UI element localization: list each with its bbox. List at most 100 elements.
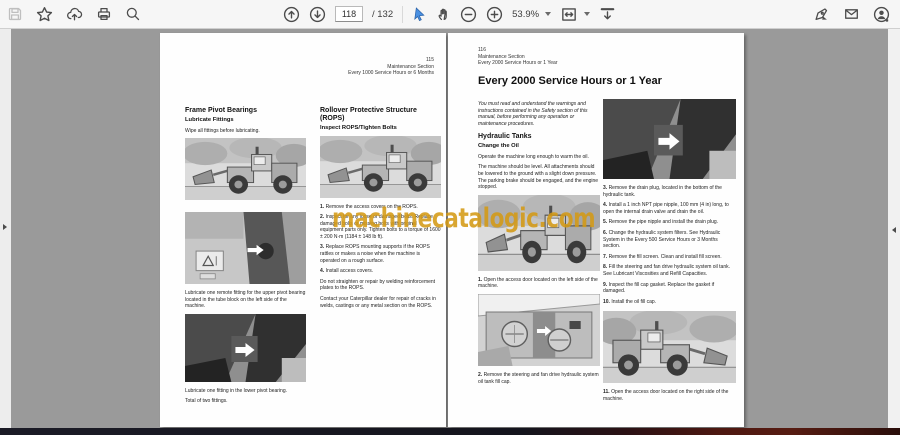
step-number: 3. — [320, 244, 325, 251]
subsection-heading: Change the Oil — [478, 143, 519, 150]
page-up-icon[interactable] — [283, 6, 300, 23]
select-tool-icon[interactable] — [412, 6, 427, 22]
search-icon[interactable] — [125, 6, 141, 22]
step-number: 7. — [603, 253, 608, 260]
step-number: 3. — [603, 185, 608, 191]
step-number: 5. — [603, 219, 608, 226]
subsection-heading: Lubricate Fittings — [185, 117, 234, 123]
step-number: 4. — [320, 268, 325, 275]
star-icon[interactable] — [36, 6, 53, 23]
step-number: 8. — [603, 264, 608, 271]
numbered-step: 4. Install access covers. — [320, 268, 441, 275]
step-number: 11. — [603, 389, 610, 396]
page-header: 116 Maintenance Section Every 2000 Servi… — [478, 47, 558, 67]
step-text: Fill the steering and fan drive hydrauli… — [603, 264, 731, 277]
zoom-caret-icon[interactable] — [545, 12, 552, 16]
step-number: 2. — [320, 214, 325, 221]
print-icon[interactable] — [96, 6, 112, 22]
fit-caret-icon[interactable] — [584, 12, 591, 16]
drain-plug-photo — [603, 99, 736, 179]
step-text: Replace ROPS mounting supports if the RO… — [320, 244, 430, 264]
body-paragraph: Lubricate one remote fitting for the upp… — [185, 290, 306, 310]
body-paragraph: Lubricate one fitting in the lower pivot… — [185, 387, 288, 394]
step-text: Remove the steering and fan drive hydrau… — [478, 372, 599, 385]
numbered-step: 3. Replace ROPS mounting supports if the… — [320, 244, 441, 264]
numbered-step: 7. Remove the fill screen. Clean and ins… — [603, 254, 736, 261]
page-down-icon[interactable] — [309, 6, 326, 23]
taskbar-edge-strip — [0, 428, 900, 435]
zoom-out-icon[interactable] — [460, 6, 477, 23]
email-icon[interactable] — [843, 6, 860, 22]
numbered-step: 9. Inspect the fill cap gasket. Replace … — [603, 282, 736, 295]
numbered-step: 8. Fill the steering and fan drive hydra… — [603, 264, 736, 277]
numbered-step: 3. Remove the drain plug, located in the… — [603, 185, 736, 198]
save-icon[interactable] — [7, 6, 23, 22]
numbered-step: 11. Open the access door located on the … — [603, 389, 736, 402]
numbered-step: 5. Remove the pipe nipple and install th… — [603, 219, 736, 226]
body-paragraph: Contact your Caterpillar dealer for repa… — [320, 296, 436, 309]
numbered-step: 1. Open the access door located on the l… — [478, 277, 600, 290]
machine-right-side-photo — [603, 311, 736, 383]
expand-left-pane-icon[interactable] — [3, 224, 7, 230]
step-number: 4. — [603, 202, 608, 209]
numbered-step: 6. Change the hydraulic system filters. … — [603, 230, 736, 250]
expand-right-pane-icon[interactable] — [892, 227, 896, 233]
hand-tool-icon[interactable] — [436, 6, 451, 22]
step-text: Remove the fill screen. Clean and instal… — [608, 253, 722, 260]
subsection-heading: Inspect ROPS/Tighten Bolts — [320, 125, 397, 131]
step-number: 1. — [320, 203, 325, 210]
right-page-column-2: 3. Remove the drain plug, located in the… — [603, 99, 736, 407]
section-heading: Frame Pivot Bearings — [185, 107, 257, 114]
step-text: Open the access door located on the left… — [478, 276, 598, 290]
body-paragraph: Do not straighten or repair by welding r… — [320, 278, 436, 292]
toolbar-center-group: / 132 53.9% — [283, 0, 616, 28]
navigation-pane-rail — [0, 28, 11, 428]
step-number: 6. — [603, 229, 608, 236]
step-text: Install access covers. — [325, 268, 374, 275]
machine-photo — [185, 138, 306, 200]
fit-width-icon[interactable] — [560, 6, 578, 23]
tank-caps-photo — [478, 294, 600, 366]
step-text: Inspect the fill cap gasket. Replace the… — [603, 281, 715, 295]
left-page-column-1: Frame Pivot Bearings Lubricate Fittings … — [185, 107, 306, 409]
body-paragraph: The machine should be level. All attachm… — [478, 164, 599, 191]
safety-notice: You must read and understand the warning… — [478, 101, 588, 127]
account-icon[interactable] — [873, 6, 890, 23]
numbered-step: 2. Remove the steering and fan drive hyd… — [478, 372, 600, 385]
toolbar-right-group — [813, 0, 890, 28]
step-number: 1. — [478, 276, 483, 283]
fill-sign-pen-icon[interactable] — [813, 6, 830, 22]
numbered-step: 10. Install the oil fill cap. — [603, 299, 736, 306]
zoom-in-icon[interactable] — [486, 6, 503, 23]
step-text: Install the oil fill cap. — [611, 298, 657, 305]
body-paragraph: Wipe all fittings before lubricating. — [185, 127, 260, 134]
toolbar-divider — [402, 5, 404, 23]
page-number-input[interactable] — [335, 6, 363, 22]
toolbar: / 132 53.9% — [0, 0, 900, 29]
step-text: Remove the drain plug, located in the bo… — [603, 185, 722, 198]
toolbar-left-group — [7, 0, 141, 28]
step-number: 9. — [603, 281, 608, 288]
tools-pane-rail — [888, 28, 900, 428]
right-page-column-1: You must read and understand the warning… — [478, 101, 600, 389]
numbered-step: 4. Install a 1 inch NPT pipe nipple, 100… — [603, 202, 736, 215]
step-number: 10. — [603, 298, 610, 305]
step-text: Change the hydraulic system filters. See… — [603, 229, 721, 250]
chapter-title: Every 2000 Service Hours or 1 Year — [478, 75, 662, 87]
section-heading: Rollover Protective Structure (ROPS) — [320, 107, 417, 122]
body-paragraph: Total of two fittings. — [185, 398, 228, 405]
page-total-label: / 132 — [372, 8, 394, 20]
step-text: Install a 1 inch NPT pipe nipple, 100 mm… — [603, 202, 729, 215]
step-text: Open the access door located on the righ… — [603, 389, 729, 402]
step-number: 2. — [478, 372, 483, 379]
body-paragraph: Operate the machine long enough to warm … — [478, 153, 589, 160]
scroll-mode-icon[interactable] — [599, 6, 616, 23]
section-heading: Hydraulic Tanks — [478, 133, 532, 141]
step-text: Remove the pipe nipple and install the d… — [608, 219, 719, 226]
zoom-level-label[interactable]: 53.9% — [512, 9, 539, 20]
page-header: 115 Maintenance Section Every 1000 Servi… — [348, 57, 434, 77]
pdf-reader-window: / 132 53.9% — [0, 0, 900, 435]
share-cloud-icon[interactable] — [66, 6, 83, 22]
header-interval: Every 2000 Service Hours or 1 Year — [478, 60, 558, 66]
site-watermark: machinecatalogic.com — [332, 203, 596, 234]
